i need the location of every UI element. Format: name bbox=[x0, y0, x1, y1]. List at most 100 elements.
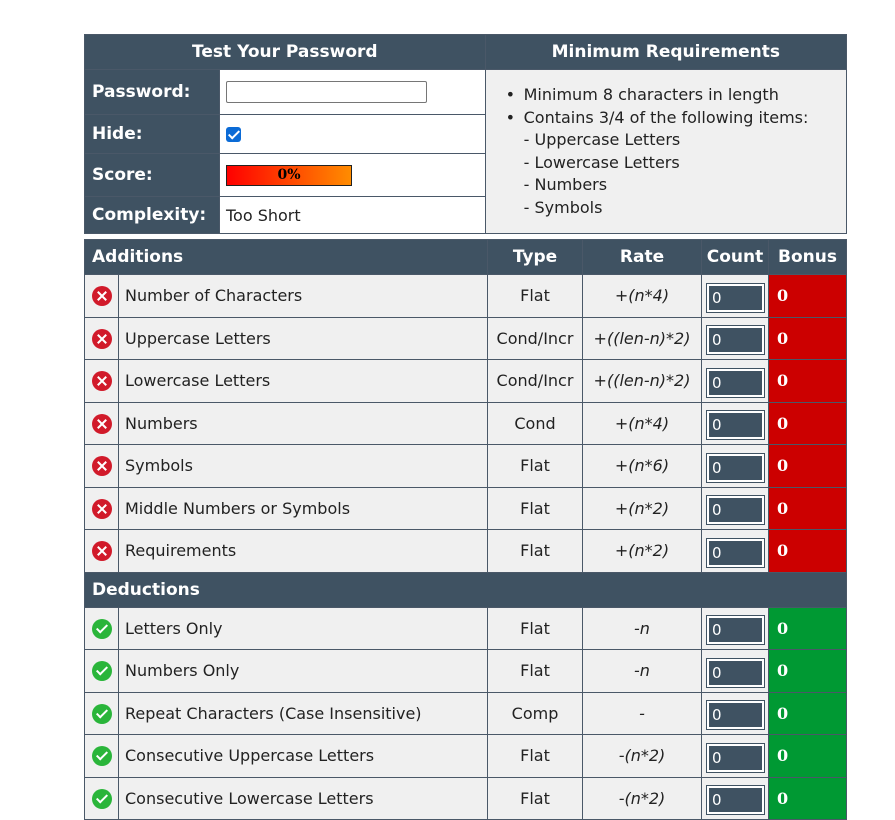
status-cell bbox=[84, 444, 119, 488]
criterion-rate: -n bbox=[582, 649, 702, 693]
score-cell: 0% bbox=[219, 153, 486, 197]
status-cell bbox=[84, 691, 119, 735]
password-test-panel: Test Your Password Minimum Requirements … bbox=[84, 34, 848, 234]
criterion-name: Number of Characters bbox=[118, 274, 488, 318]
count-value: 0 bbox=[706, 325, 765, 356]
criterion-name: Requirements bbox=[118, 529, 488, 573]
count-cell: 0 bbox=[701, 734, 769, 778]
status-cell bbox=[84, 359, 119, 403]
bonus-value: 0 bbox=[768, 734, 847, 778]
bonus-value: 0 bbox=[768, 486, 847, 530]
deductions-section-row: Deductions bbox=[84, 571, 847, 608]
fail-icon bbox=[91, 541, 112, 561]
table-row: Symbols Flat +(n*6) 0 0 bbox=[84, 444, 847, 488]
fail-icon bbox=[91, 286, 112, 306]
count-value: 0 bbox=[706, 410, 765, 441]
criterion-type: Flat bbox=[487, 734, 583, 778]
password-label: Password: bbox=[84, 69, 220, 115]
criterion-name: Middle Numbers or Symbols bbox=[118, 486, 488, 530]
bonus-value: 0 bbox=[768, 359, 847, 403]
bonus-value: 0 bbox=[768, 401, 847, 445]
criterion-name: Consecutive Uppercase Letters bbox=[118, 734, 488, 778]
count-cell: 0 bbox=[701, 359, 769, 403]
fail-icon bbox=[91, 371, 112, 391]
deductions-header: Deductions bbox=[84, 571, 847, 608]
pass-icon bbox=[91, 703, 112, 724]
requirement-item: Minimum 8 characters in length bbox=[506, 84, 846, 107]
count-value: 0 bbox=[706, 452, 765, 483]
criterion-name: Uppercase Letters bbox=[118, 316, 488, 360]
criterion-type: Flat bbox=[487, 274, 583, 318]
criterion-type: Flat bbox=[487, 486, 583, 530]
fail-icon bbox=[91, 498, 112, 519]
criterion-rate: +(n*2) bbox=[582, 529, 702, 573]
count-cell: 0 bbox=[701, 606, 769, 650]
sub-requirement-item: - Lowercase Letters bbox=[523, 152, 680, 172]
bonus-value: 0 bbox=[768, 274, 847, 318]
requirements-items: Minimum 8 characters in lengthContains 3… bbox=[506, 84, 846, 220]
sub-requirement-item: - Numbers bbox=[523, 175, 608, 195]
table-row: Consecutive Lowercase Letters Flat -(n*2) 0… bbox=[84, 776, 847, 820]
criterion-name: Numbers Only bbox=[118, 649, 488, 693]
criterion-rate: +(n*6) bbox=[582, 444, 702, 488]
bonus-value: 0 bbox=[768, 606, 847, 650]
criterion-rate: -(n*2) bbox=[582, 776, 702, 820]
type-column-header: Type bbox=[487, 239, 583, 275]
table-row: Number of Characters Flat +(n*4) 0 0 bbox=[84, 274, 847, 318]
count-cell: 0 bbox=[701, 486, 769, 530]
criterion-type: Flat bbox=[487, 776, 583, 820]
table-row: Numbers Only Flat -n 0 0 bbox=[84, 649, 847, 693]
count-value: 0 bbox=[706, 367, 765, 398]
count-value: 0 bbox=[706, 785, 765, 816]
bonus-value: 0 bbox=[768, 316, 847, 360]
bonus-value: 0 bbox=[768, 444, 847, 488]
criterion-rate: -(n*2) bbox=[582, 734, 702, 778]
fail-icon bbox=[91, 328, 112, 349]
hide-cell bbox=[219, 114, 486, 154]
criterion-rate: - bbox=[582, 691, 702, 735]
status-cell bbox=[84, 606, 119, 650]
criterion-rate: +(n*4) bbox=[582, 401, 702, 445]
bonus-value: 0 bbox=[768, 649, 847, 693]
count-cell: 0 bbox=[701, 444, 769, 488]
password-cell bbox=[219, 69, 486, 115]
criterion-name: Letters Only bbox=[118, 606, 488, 650]
count-column-header: Count bbox=[701, 239, 769, 275]
status-cell bbox=[84, 401, 119, 445]
test-password-header: Test Your Password bbox=[84, 34, 486, 70]
criterion-name: Lowercase Letters bbox=[118, 359, 488, 403]
count-value: 0 bbox=[706, 495, 765, 526]
hide-label: Hide: bbox=[84, 114, 220, 154]
table-row: Numbers Cond +(n*4) 0 0 bbox=[84, 401, 847, 445]
count-cell: 0 bbox=[701, 529, 769, 573]
status-cell bbox=[84, 649, 119, 693]
count-value: 0 bbox=[706, 615, 765, 646]
minimum-requirements-header: Minimum Requirements bbox=[484, 34, 848, 70]
status-cell bbox=[84, 734, 119, 778]
criterion-type: Cond/Incr bbox=[487, 316, 583, 360]
criterion-type: Cond/Incr bbox=[487, 359, 583, 403]
criterion-rate: +(n*4) bbox=[582, 274, 702, 318]
score-label: Score: bbox=[84, 153, 220, 197]
pass-icon bbox=[91, 788, 112, 809]
table-row: Uppercase Letters Cond/Incr +((len-n)*2) 0 0 bbox=[84, 316, 847, 360]
status-cell bbox=[84, 274, 119, 318]
score-meter: 0% bbox=[226, 164, 352, 186]
criterion-rate: -n bbox=[582, 606, 702, 650]
requirement-item: Contains 3/4 of the following items: bbox=[506, 107, 846, 130]
count-value: 0 bbox=[706, 742, 765, 773]
status-cell bbox=[84, 776, 119, 820]
count-cell: 0 bbox=[701, 776, 769, 820]
password-input[interactable] bbox=[226, 81, 427, 103]
criterion-name: Repeat Characters (Case Insensitive) bbox=[118, 691, 488, 735]
criterion-name: Symbols bbox=[118, 444, 488, 488]
status-cell bbox=[84, 486, 119, 530]
criterion-rate: +((len-n)*2) bbox=[582, 316, 702, 360]
table-row: Requirements Flat +(n*2) 0 0 bbox=[84, 529, 847, 573]
criterion-type: Flat bbox=[487, 444, 583, 488]
table-row: Middle Numbers or Symbols Flat +(n*2) 0 0 bbox=[84, 486, 847, 530]
hide-checkbox[interactable] bbox=[226, 126, 241, 142]
count-cell: 0 bbox=[701, 274, 769, 318]
criterion-name: Numbers bbox=[118, 401, 488, 445]
count-cell: 0 bbox=[701, 401, 769, 445]
